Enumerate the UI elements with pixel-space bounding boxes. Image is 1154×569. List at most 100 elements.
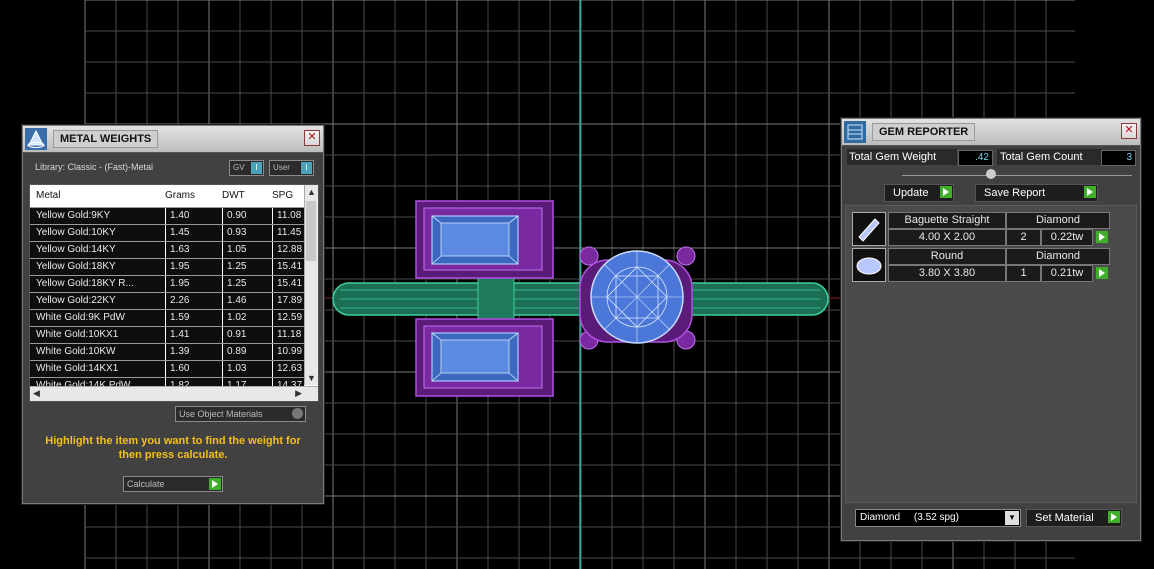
cell-dwt: 0.91 <box>222 327 273 343</box>
cell-metal: White Gold:10KX1 <box>36 329 119 340</box>
round-stone-setting[interactable] <box>579 246 696 350</box>
column-header-metal[interactable]: Metal <box>36 190 60 201</box>
cell-dwt: 1.03 <box>222 361 273 377</box>
collapse-handle-icon[interactable] <box>986 169 996 179</box>
cell-dwt: 0.93 <box>222 225 273 241</box>
update-label: Update <box>893 187 929 199</box>
column-header-dwt[interactable]: DWT <box>222 190 245 201</box>
close-icon[interactable]: ✕ <box>304 130 320 146</box>
total-gem-weight-value: .42 <box>958 150 993 166</box>
cell-dwt: 1.25 <box>222 276 273 292</box>
go-arrow-icon <box>1084 186 1096 198</box>
baguette-gem-icon <box>852 212 886 246</box>
calculate-label: Calculate <box>127 479 165 489</box>
gem-material: Diamond <box>1006 212 1110 229</box>
go-arrow-icon <box>209 478 221 490</box>
scroll-right-icon[interactable]: ▶ <box>295 388 302 399</box>
scroll-up-icon[interactable]: ▲ <box>305 187 318 197</box>
cell-metal: Yellow Gold:18KY R... <box>36 278 134 289</box>
metal-table[interactable]: Metal Grams DWT SPG Yellow Gold:9KY 1.40 0… <box>29 184 319 402</box>
cell-dwt: 1.02 <box>222 310 273 326</box>
table-body: Yellow Gold:9KY 1.40 0.90 11.08 Yellow Gold:… <box>30 207 304 394</box>
horizontal-scrollbar[interactable]: ◀ ▶ <box>30 386 318 401</box>
update-button[interactable]: Update <box>884 184 954 202</box>
cell-dwt: 0.90 <box>222 208 273 224</box>
material-select-value: Diamond (3.52 spg) <box>860 512 959 523</box>
metal-weights-panel: METAL WEIGHTS ✕ Library: Classic - (Fast… <box>22 125 324 504</box>
go-arrow-icon[interactable] <box>1096 267 1108 279</box>
table-row[interactable]: White Gold:10KW 1.39 0.89 10.99 <box>30 343 304 360</box>
scroll-thumb[interactable] <box>306 201 316 261</box>
gem-material: Diamond <box>1006 248 1110 265</box>
use-object-materials-toggle[interactable]: Use Object Materials <box>175 406 306 422</box>
divider <box>902 175 1132 176</box>
gem-shape: Round <box>888 248 1006 265</box>
user-label: User <box>273 163 290 172</box>
table-row[interactable]: Yellow Gold:18KY R... 1.95 1.25 15.41 <box>30 275 304 292</box>
gem-row[interactable]: Baguette Straight Diamond 4.00 X 2.00 2 … <box>852 212 1112 246</box>
cell-dwt: 1.25 <box>222 259 273 275</box>
gv-toggle[interactable]: GV I <box>229 160 264 176</box>
scroll-down-icon[interactable]: ▼ <box>305 373 318 383</box>
save-report-button[interactable]: Save Report <box>975 184 1098 202</box>
baguette-setting-top[interactable] <box>415 200 554 279</box>
metal-weights-titlebar[interactable]: METAL WEIGHTS ✕ <box>23 126 323 153</box>
go-arrow-icon[interactable] <box>1096 231 1108 243</box>
gem-reporter-titlebar[interactable]: GEM REPORTER ✕ <box>842 119 1140 146</box>
cell-grams: 1.59 <box>165 310 222 326</box>
gem-count: 1 <box>1006 265 1041 282</box>
gem-size: 4.00 X 2.00 <box>888 229 1006 246</box>
radio-icon <box>292 408 303 419</box>
toggle-knob-icon: I <box>301 162 312 174</box>
cell-metal: White Gold:14KX1 <box>36 363 119 374</box>
panel-title: GEM REPORTER <box>872 123 976 141</box>
library-label: Library: Classic - (Fast)-Metal <box>35 162 154 172</box>
baguette-setting-bottom[interactable] <box>415 318 554 397</box>
gv-label: GV <box>233 163 245 172</box>
cell-grams: 1.45 <box>165 225 222 241</box>
set-material-button[interactable]: Set Material <box>1026 509 1122 527</box>
table-row[interactable]: White Gold:14KX1 1.60 1.03 12.63 <box>30 360 304 377</box>
table-row[interactable]: Yellow Gold:14KY 1.63 1.05 12.88 <box>30 241 304 258</box>
table-row[interactable]: Yellow Gold:10KY 1.45 0.93 11.45 <box>30 224 304 241</box>
cell-grams: 1.95 <box>165 276 222 292</box>
save-report-label: Save Report <box>984 187 1046 199</box>
cell-grams: 1.41 <box>165 327 222 343</box>
cell-dwt: 0.89 <box>222 344 273 360</box>
cell-metal: White Gold:10KW <box>36 346 116 357</box>
gem-reporter-logo-icon <box>844 121 866 143</box>
table-row[interactable]: Yellow Gold:18KY 1.95 1.25 15.41 <box>30 258 304 275</box>
table-row[interactable]: Yellow Gold:9KY 1.40 0.90 11.08 <box>30 207 304 224</box>
cell-metal: Yellow Gold:10KY <box>36 227 116 238</box>
toggle-knob-icon: I <box>251 162 262 174</box>
use-object-materials-label: Use Object Materials <box>179 409 263 419</box>
table-row[interactable]: White Gold:9K PdW 1.59 1.02 12.59 <box>30 309 304 326</box>
go-arrow-icon <box>940 186 952 198</box>
table-row[interactable]: White Gold:10KX1 1.41 0.91 11.18 <box>30 326 304 343</box>
chevron-down-icon[interactable]: ▼ <box>1005 511 1019 525</box>
instruction-text: Highlight the item you want to find the … <box>45 435 301 461</box>
scroll-left-icon[interactable]: ◀ <box>33 388 40 399</box>
column-header-grams[interactable]: Grams <box>165 190 195 201</box>
cell-grams: 1.95 <box>165 259 222 275</box>
table-row[interactable]: Yellow Gold:22KY 2.26 1.46 17.89 <box>30 292 304 309</box>
gem-row[interactable]: Round Diamond 3.80 X 3.80 1 0.21tw <box>852 248 1112 282</box>
panel-title: METAL WEIGHTS <box>53 130 159 148</box>
gem-weight: 0.21tw <box>1041 265 1093 282</box>
cell-metal: White Gold:9K PdW <box>36 312 125 323</box>
cell-grams: 1.39 <box>165 344 222 360</box>
total-gem-count-value: 3 <box>1101 150 1136 166</box>
column-header-spg[interactable]: SPG <box>272 190 293 201</box>
user-toggle[interactable]: User I <box>269 160 314 176</box>
material-select[interactable]: Diamond (3.52 spg) ▼ <box>855 509 1021 527</box>
metal-weights-logo-icon <box>25 128 47 150</box>
gem-count: 2 <box>1006 229 1041 246</box>
gem-reporter-panel: GEM REPORTER ✕ Total Gem Weight .42 Tota… <box>841 118 1141 541</box>
go-arrow-icon <box>1108 511 1120 523</box>
cell-metal: Yellow Gold:14KY <box>36 244 116 255</box>
calculate-button[interactable]: Calculate <box>123 476 223 492</box>
cell-grams: 2.26 <box>165 293 222 309</box>
gem-weight: 0.22tw <box>1041 229 1093 246</box>
vertical-scrollbar[interactable]: ▲ ▼ <box>304 185 318 385</box>
close-icon[interactable]: ✕ <box>1121 123 1137 139</box>
